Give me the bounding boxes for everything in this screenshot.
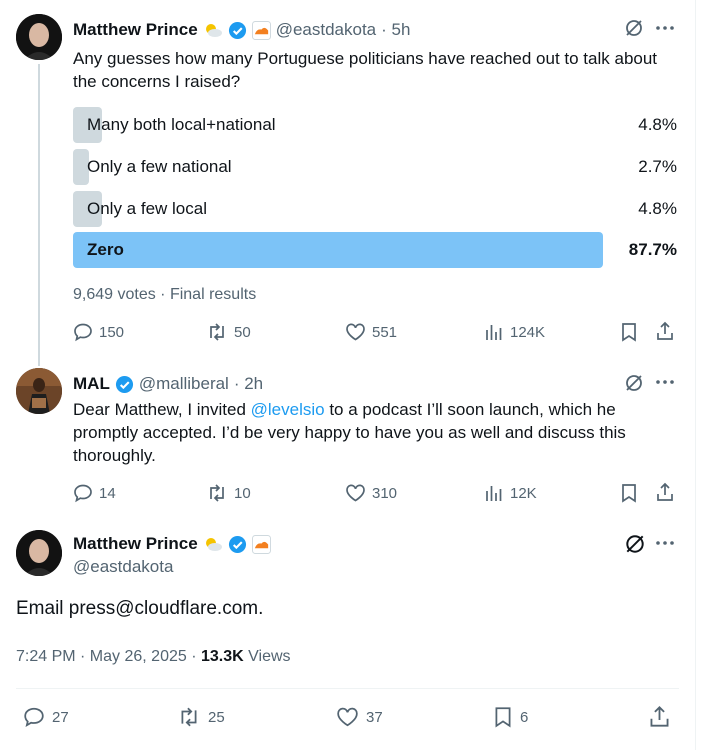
repost-button[interactable]: 25 xyxy=(176,706,225,728)
bookmark-icon[interactable] xyxy=(620,322,638,342)
repost-count: 10 xyxy=(234,484,251,502)
sun-cloud-emoji-icon xyxy=(203,22,223,38)
tweet-time[interactable]: · 5h xyxy=(381,20,410,40)
divider xyxy=(16,688,679,689)
view-count: 124K xyxy=(510,323,546,341)
author-handle[interactable]: @malliberal xyxy=(139,374,229,394)
like-count: 551 xyxy=(372,323,398,341)
like-count: 310 xyxy=(372,484,398,502)
author-name[interactable]: MAL xyxy=(73,374,110,394)
heart-icon xyxy=(337,707,358,727)
repost-icon xyxy=(210,323,224,341)
analytics-icon xyxy=(486,486,502,501)
grok-icon[interactable] xyxy=(624,373,644,393)
poll-option-label: Only a few local xyxy=(87,199,207,218)
tweet-text-part: Dear Matthew, I invited xyxy=(73,400,251,419)
tweet-text: Email press@cloudflare.com. xyxy=(16,598,264,619)
verified-badge-icon xyxy=(228,535,247,554)
sun-cloud-emoji-icon xyxy=(203,536,223,552)
tweet-meta: 7:24 PM · May 26, 2025 · 13.3K Views xyxy=(16,648,291,666)
views-button[interactable]: 124K xyxy=(484,322,545,342)
like-count: 37 xyxy=(366,708,383,726)
repost-button[interactable]: 50 xyxy=(206,322,251,342)
tweet-text: Any guesses how many Portuguese politici… xyxy=(73,49,658,91)
grok-icon[interactable] xyxy=(624,533,646,555)
grok-icon[interactable] xyxy=(624,18,644,38)
avatar[interactable] xyxy=(16,368,62,414)
author-name[interactable]: Matthew Prince xyxy=(73,534,198,554)
poll-bar-winner xyxy=(73,232,603,268)
heart-icon xyxy=(346,323,365,341)
share-icon[interactable] xyxy=(655,321,675,341)
more-options-icon[interactable] xyxy=(655,535,675,551)
views-count: 13.3K xyxy=(200,648,244,665)
reply-icon xyxy=(74,484,92,503)
analytics-icon xyxy=(486,325,502,340)
cloudflare-affiliate-icon xyxy=(251,20,271,40)
tweet-time[interactable]: · 2h xyxy=(234,374,263,394)
author-handle[interactable]: @eastdakota xyxy=(276,20,376,40)
mention-link[interactable]: @levelsio xyxy=(251,400,325,419)
view-count: 12K xyxy=(510,484,537,502)
reply-icon xyxy=(24,707,44,728)
tweet-timestamp[interactable]: 7:24 PM · May 26, 2025 · xyxy=(16,648,201,665)
poll-option-label: Only a few national xyxy=(87,157,232,176)
more-options-icon[interactable] xyxy=(655,374,675,390)
cloudflare-affiliate-icon xyxy=(251,534,271,554)
poll-footer: 9,649 votes · Final results xyxy=(73,286,257,303)
reply-count: 150 xyxy=(99,323,125,341)
views-label: Views xyxy=(243,648,291,665)
bookmark-icon[interactable] xyxy=(620,483,638,503)
more-options-icon[interactable] xyxy=(655,20,675,36)
reply-button[interactable]: 150 xyxy=(73,322,124,342)
tweet-header: Matthew Prince @eastdakota · 5h xyxy=(73,20,410,40)
bookmark-button[interactable]: 6 xyxy=(492,706,528,728)
like-button[interactable]: 37 xyxy=(335,706,383,728)
share-icon[interactable] xyxy=(655,482,675,502)
poll-option-percent: 4.8% xyxy=(638,199,677,218)
poll-option-percent: 2.7% xyxy=(638,157,677,176)
poll-option-label: Many both local+national xyxy=(87,115,276,134)
avatar-image xyxy=(16,14,62,60)
repost-count: 50 xyxy=(234,323,251,341)
bookmark-count: 6 xyxy=(520,708,529,726)
avatar[interactable] xyxy=(16,530,62,576)
poll-option-percent: 87.7% xyxy=(628,240,677,259)
repost-icon xyxy=(181,707,197,727)
reply-button[interactable]: 14 xyxy=(73,483,116,503)
like-button[interactable]: 551 xyxy=(345,322,397,342)
reply-button[interactable]: 27 xyxy=(22,706,69,728)
heart-icon xyxy=(346,484,365,502)
reply-count: 14 xyxy=(99,484,116,502)
verified-badge-icon xyxy=(228,21,247,40)
repost-button[interactable]: 10 xyxy=(206,483,251,503)
avatar-image xyxy=(16,530,62,576)
avatar[interactable] xyxy=(16,14,62,60)
tweet-header: MAL @malliberal · 2h xyxy=(73,374,263,394)
poll-option-label: Zero xyxy=(87,240,124,259)
tweet-header: Matthew Prince xyxy=(73,534,271,554)
verified-badge-icon xyxy=(115,375,134,394)
repost-count: 25 xyxy=(208,708,225,726)
bookmark-icon xyxy=(495,707,511,728)
share-icon[interactable] xyxy=(648,705,671,728)
author-name[interactable]: Matthew Prince xyxy=(73,20,198,40)
thread-line xyxy=(38,64,40,366)
avatar-image xyxy=(16,368,62,414)
reply-icon xyxy=(74,323,92,342)
author-handle[interactable]: @eastdakota xyxy=(73,557,173,577)
views-button[interactable]: 12K xyxy=(484,483,537,503)
reply-count: 27 xyxy=(52,708,69,726)
tweet-text: Dear Matthew, I invited @levelsio to a p… xyxy=(73,398,673,467)
repost-icon xyxy=(210,484,224,502)
poll-option-percent: 4.8% xyxy=(638,115,677,134)
like-button[interactable]: 310 xyxy=(345,483,397,503)
column-border xyxy=(695,0,696,750)
